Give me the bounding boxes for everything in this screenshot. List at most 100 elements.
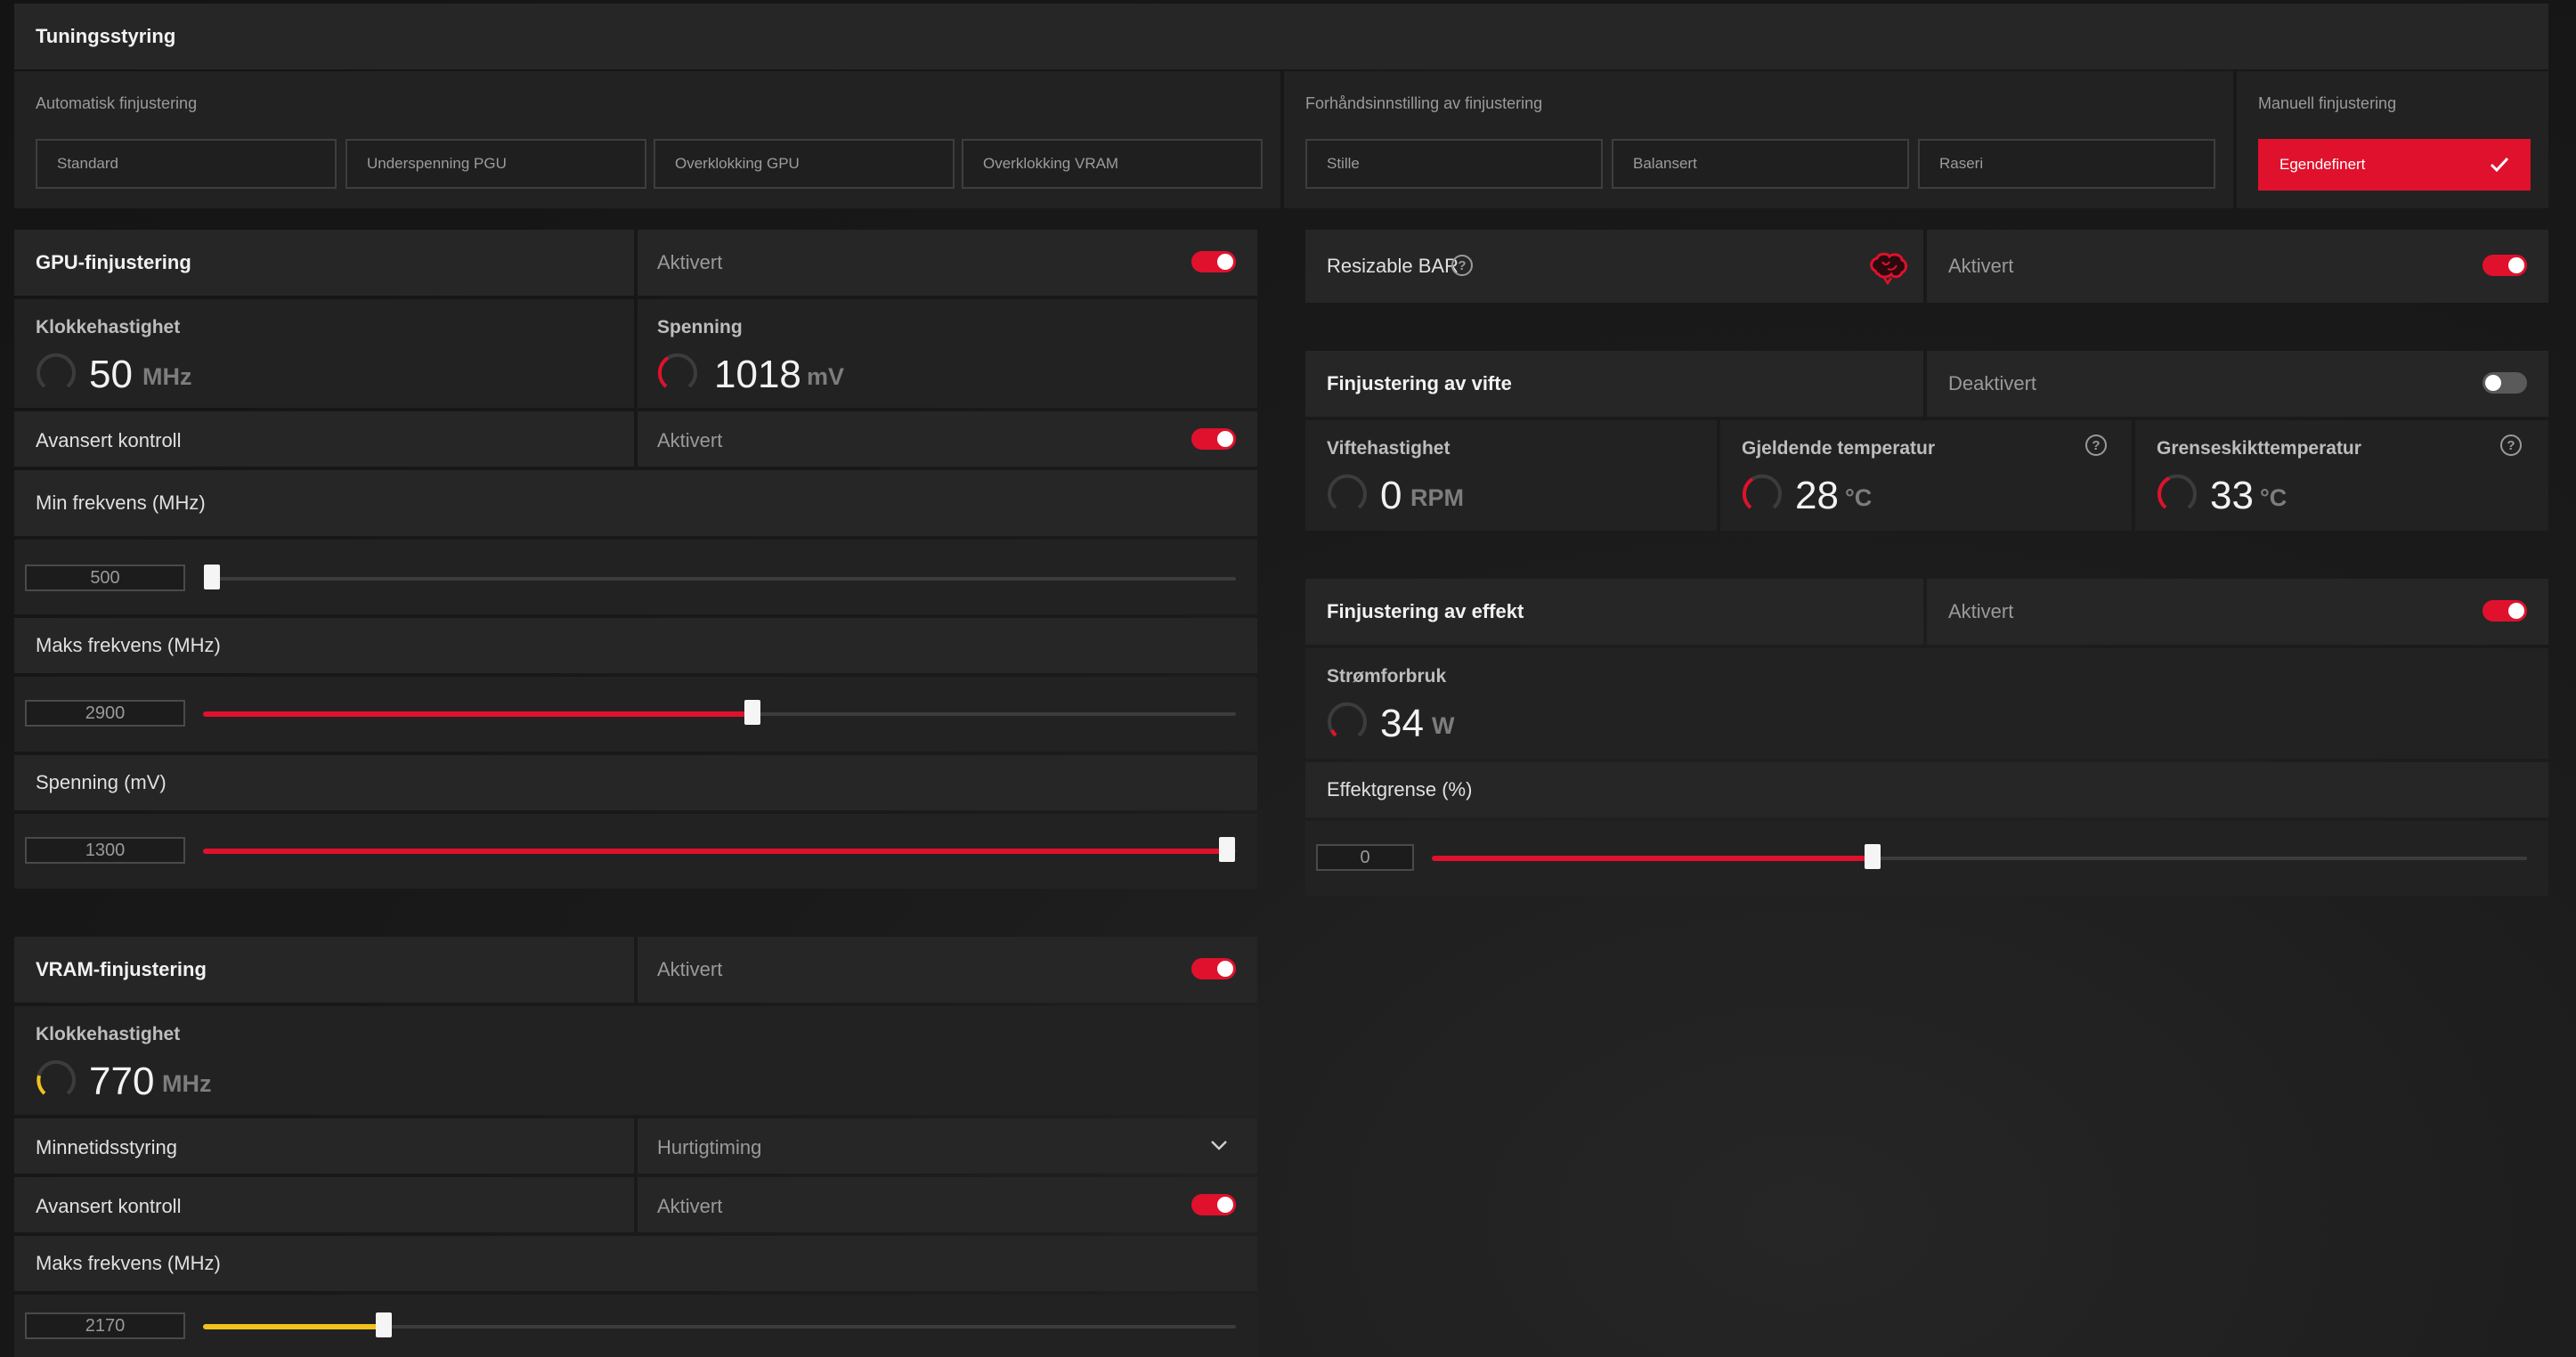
junction-temp-help-icon[interactable]: ? (2500, 435, 2522, 456)
gpu-volt-header: Spenning (mV) (14, 755, 1257, 810)
gpu-min-freq-track[interactable] (210, 577, 1236, 581)
power-tuning-title: Finjustering av effekt (1327, 600, 1524, 622)
junction-temp-label: Grenseskikttemperatur (2157, 438, 2361, 459)
manual-custom-button[interactable]: Egendefinert (2258, 139, 2531, 191)
current-temp-help-icon[interactable]: ? (2085, 435, 2107, 456)
gpu-min-freq-header: Min frekvens (MHz) (14, 470, 1257, 536)
gpu-voltage-value: 1018 (714, 353, 801, 396)
vram-advanced-toggle[interactable] (1191, 1194, 1236, 1215)
gpu-advanced-toggle[interactable] (1191, 428, 1236, 450)
vram-tuning-title: VRAM-finjustering (36, 958, 207, 980)
vram-advanced-label-cell: Avansert kontroll (14, 1177, 634, 1232)
brain-icon (1870, 252, 1907, 285)
gpu-voltage-unit: mV (807, 363, 845, 390)
junction-temp-value: 33 (2210, 474, 2254, 517)
auto-overclock-vram-button[interactable]: Overklokking VRAM (962, 139, 1263, 189)
gpu-tuning-header: GPU-finjustering (14, 230, 634, 296)
vram-tuning-toggle[interactable] (1191, 958, 1236, 979)
resizable-bar-status-cell: Aktivert (1927, 230, 2548, 303)
vram-max-freq-input[interactable]: 2170 (25, 1312, 185, 1339)
tuning-control-title: Tuningsstyring (36, 25, 176, 47)
gpu-max-freq-slider-row: 2900 (14, 677, 1257, 752)
current-temp-value: 28 (1795, 474, 1839, 517)
gpu-min-freq-slider-thumb[interactable] (204, 565, 220, 589)
current-temp-gauge-icon (1742, 474, 1782, 509)
vram-tuning-header: VRAM-finjustering (14, 937, 634, 1003)
power-consumption-value: 34 (1380, 702, 1424, 745)
gpu-voltage-label: Spenning (657, 317, 743, 337)
vram-max-freq-slider-thumb[interactable] (376, 1312, 392, 1337)
manual-custom-label: Egendefinert (2279, 156, 2366, 173)
power-consumption-label: Strømforbruk (1327, 666, 1447, 687)
fan-tuning-status-cell: Deaktivert (1927, 351, 2548, 417)
vram-advanced-status-cell: Aktivert (638, 1177, 1257, 1232)
vram-timing-value: Hurtigtiming (657, 1136, 762, 1158)
gpu-min-freq-slider-row: 500 (14, 540, 1257, 614)
vram-tuning-status: Aktivert (657, 958, 723, 980)
power-limit-label: Effektgrense (%) (1327, 778, 1473, 800)
resizable-bar-help-icon[interactable]: ? (1451, 255, 1473, 276)
vram-timing-dropdown[interactable]: Hurtigtiming (638, 1118, 1257, 1174)
gpu-advanced-label: Avansert kontroll (36, 429, 182, 451)
gpu-advanced-label-cell: Avansert kontroll (14, 411, 634, 467)
gpu-clock-gauge-icon (37, 353, 76, 388)
vram-max-freq-label: Maks frekvens (MHz) (36, 1252, 221, 1274)
junction-temp-cell: Grenseskikttemperatur ? 33 °C (2135, 420, 2548, 531)
manual-tuning-label: Manuell finjustering (2258, 94, 2397, 112)
fan-speed-gauge-icon (1328, 474, 1367, 509)
power-tuning-toggle[interactable] (2483, 600, 2527, 622)
vram-max-freq-slider-row: 2170 (14, 1295, 1257, 1357)
resizable-bar-label: Resizable BAR (1327, 255, 1459, 277)
vram-tuning-status-cell: Aktivert (638, 937, 1257, 1003)
gpu-min-freq-label: Min frekvens (MHz) (36, 492, 206, 514)
gpu-min-freq-input[interactable]: 500 (25, 565, 185, 591)
resizable-bar-toggle[interactable] (2483, 255, 2527, 276)
auto-overclock-gpu-button[interactable]: Overklokking GPU (654, 139, 955, 189)
preset-balanced-button[interactable]: Balansert (1612, 139, 1909, 189)
auto-standard-button[interactable]: Standard (36, 139, 337, 189)
gpu-advanced-status: Aktivert (657, 429, 723, 451)
gpu-volt-slider-thumb[interactable] (1219, 837, 1235, 862)
preset-rage-button[interactable]: Raseri (1918, 139, 2215, 189)
vram-clock-value: 770 (89, 1060, 155, 1103)
gpu-clock-unit: MHz (142, 363, 192, 390)
gpu-tuning-toggle[interactable] (1191, 251, 1236, 272)
gpu-clock-label: Klokkehastighet (36, 317, 181, 337)
junction-temp-gauge-icon (2158, 474, 2197, 509)
power-gauge-icon (1328, 702, 1367, 737)
auto-tuning-label: Automatisk finjustering (36, 94, 198, 112)
gpu-max-freq-input[interactable]: 2900 (25, 700, 185, 727)
current-temp-unit: °C (1845, 484, 1873, 511)
resizable-bar-cell: Resizable BAR ? (1305, 230, 1923, 303)
gpu-max-freq-header: Maks frekvens (MHz) (14, 618, 1257, 673)
resizable-bar-status: Aktivert (1948, 255, 2014, 277)
gpu-clock-value: 50 (89, 353, 133, 396)
auto-undervolt-button[interactable]: Underspenning PGU (345, 139, 646, 189)
power-consumption-unit: W (1432, 712, 1455, 739)
gpu-volt-input[interactable]: 1300 (25, 837, 185, 864)
power-limit-header: Effektgrense (%) (1305, 762, 2548, 817)
gpu-advanced-status-cell: Aktivert (638, 411, 1257, 467)
gpu-voltage-gauge-icon (657, 353, 697, 388)
preset-quiet-button[interactable]: Stille (1305, 139, 1603, 189)
fan-tuning-toggle[interactable] (2483, 372, 2527, 394)
power-limit-input[interactable]: 0 (1316, 844, 1414, 871)
gpu-max-freq-slider-thumb[interactable] (744, 700, 760, 725)
power-tuning-header: Finjustering av effekt (1305, 579, 1923, 645)
gpu-tuning-title: GPU-finjustering (36, 251, 191, 273)
current-temp-label: Gjeldende temperatur (1742, 438, 1936, 459)
gpu-volt-slider-row: 1300 (14, 814, 1257, 889)
vram-advanced-status: Aktivert (657, 1195, 723, 1217)
power-limit-slider-row: 0 (1305, 821, 2548, 896)
tuning-control-panel: Tuningsstyring (14, 4, 2548, 69)
gpu-max-freq-label: Maks frekvens (MHz) (36, 634, 221, 656)
power-tuning-status-cell: Aktivert (1927, 579, 2548, 645)
gpu-voltage-cell: Spenning 1018 mV (638, 299, 1257, 408)
preset-tuning-label: Forhåndsinnstilling av finjustering (1305, 94, 1543, 112)
vram-advanced-label: Avansert kontroll (36, 1195, 182, 1217)
power-limit-slider-thumb[interactable] (1865, 844, 1881, 869)
fan-tuning-title: Finjustering av vifte (1327, 372, 1512, 394)
power-consumption-cell: Strømforbruk 34 W (1305, 648, 2548, 759)
chevron-down-icon (1211, 1141, 1227, 1150)
vram-clock-label: Klokkehastighet (36, 1024, 181, 1044)
